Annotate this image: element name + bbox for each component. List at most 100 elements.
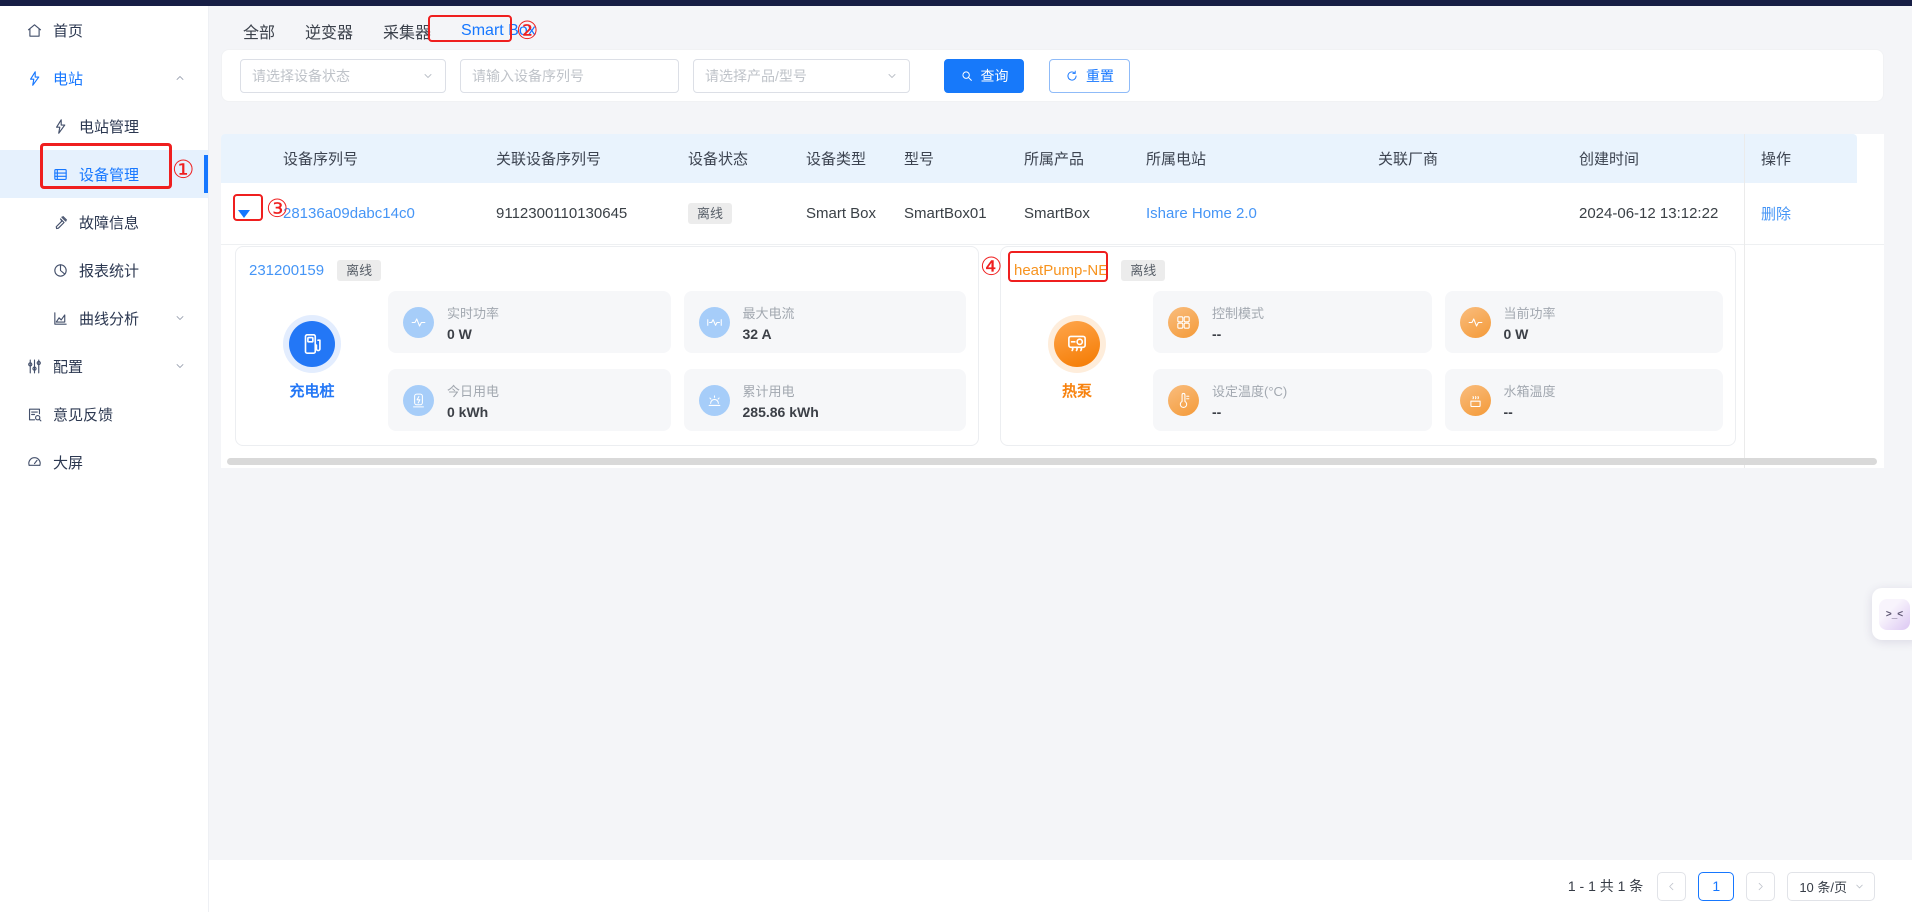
main-content: 全部 逆变器 采集器 Smart Box 请选择设备状态 请选择产品/型号 查询… xyxy=(209,6,1912,912)
search-button-label: 查询 xyxy=(981,66,1009,86)
next-page-button[interactable] xyxy=(1746,872,1775,901)
pagination: 1 - 1 共 1 条 1 10 条/页 xyxy=(1568,860,1875,912)
heatpump-name[interactable]: heatPump-NE xyxy=(1014,262,1108,279)
feedback-doc-icon xyxy=(26,406,43,423)
charger-serial-link[interactable]: 231200159 xyxy=(249,262,324,279)
col-model: 型号 xyxy=(904,148,1024,169)
sidebar-item-label: 首页 xyxy=(53,20,83,41)
sidebar-item-report-stats[interactable]: 报表统计 xyxy=(0,246,208,294)
power-wave-icon xyxy=(403,307,434,338)
sidebar-item-station[interactable]: 电站 xyxy=(0,54,208,102)
chevron-down-icon xyxy=(422,70,434,82)
tab-collector[interactable]: 采集器 xyxy=(380,17,434,45)
power-wave-icon xyxy=(1460,307,1491,338)
sidebar-item-feedback[interactable]: 意见反馈 xyxy=(0,390,208,438)
chevron-left-icon xyxy=(1666,881,1677,892)
emoticon-face: >_< xyxy=(1879,599,1910,630)
sidebar-item-label: 大屏 xyxy=(53,452,83,473)
feedback-float-widget[interactable]: >_< xyxy=(1872,588,1912,640)
col-station: 所属电站 xyxy=(1146,148,1378,169)
sidebar-item-label: 报表统计 xyxy=(79,260,139,281)
delete-button[interactable]: 删除 xyxy=(1761,203,1791,224)
sidebar-item-label: 故障信息 xyxy=(79,212,139,233)
thermometer-icon xyxy=(1168,385,1199,416)
sidebar-item-label: 曲线分析 xyxy=(79,308,139,329)
device-list-icon xyxy=(52,166,69,183)
fixed-action-column: 操作 删除 xyxy=(1744,134,1884,468)
col-serial: 设备序列号 xyxy=(283,148,496,169)
sidebar-item-home[interactable]: 首页 xyxy=(0,6,208,54)
page-size-select[interactable]: 10 条/页 xyxy=(1787,872,1875,901)
device-type-tabs: 全部 逆变器 采集器 Smart Box xyxy=(240,14,539,48)
product-model-select[interactable]: 请选择产品/型号 xyxy=(693,59,910,93)
current-meter-icon xyxy=(699,307,730,338)
row-expand-button[interactable] xyxy=(238,206,258,222)
lamp-icon xyxy=(699,385,730,416)
wrench-icon xyxy=(52,214,69,231)
tab-inverter[interactable]: 逆变器 xyxy=(302,17,356,45)
filter-bar: 请选择设备状态 请选择产品/型号 查询 重置 xyxy=(221,49,1884,102)
sidebar-item-label: 电站 xyxy=(53,68,83,89)
product-model-placeholder: 请选择产品/型号 xyxy=(705,66,807,86)
sidebar-item-fault-info[interactable]: 故障信息 xyxy=(0,198,208,246)
table-row: 28136a09dabc14c0 9112300110130645 离线 Sma… xyxy=(221,183,1744,245)
heatpump-status-badge: 离线 xyxy=(1121,260,1165,281)
caret-down-icon xyxy=(238,210,250,218)
sidebar-item-curve-analysis[interactable]: 曲线分析 xyxy=(0,294,208,342)
charger-type-label: 充电桩 xyxy=(289,380,334,401)
tab-smart-box[interactable]: Smart Box xyxy=(458,20,539,42)
stat-current-power: 当前功率 0 W xyxy=(1445,291,1724,353)
status-badge: 离线 xyxy=(688,203,732,224)
stat-max-current: 最大电流 32 A xyxy=(684,291,967,353)
area-chart-icon xyxy=(52,310,69,327)
chevron-right-icon xyxy=(1755,881,1766,892)
station-link[interactable]: Ishare Home 2.0 xyxy=(1146,205,1257,222)
col-linked-serial: 关联设备序列号 xyxy=(496,148,688,169)
sidebar-item-label: 电站管理 xyxy=(79,116,139,137)
charger-card: 231200159 离线 充电桩 实时功率 0 W xyxy=(235,246,979,446)
col-created-at: 创建时间 xyxy=(1579,148,1744,169)
charger-icon xyxy=(289,321,335,367)
prev-page-button[interactable] xyxy=(1657,872,1686,901)
sidebar-item-big-screen[interactable]: 大屏 xyxy=(0,438,208,486)
col-product: 所属产品 xyxy=(1024,148,1146,169)
chevron-down-icon xyxy=(174,312,186,324)
sidebar-item-label: 设备管理 xyxy=(79,164,139,185)
device-status-placeholder: 请选择设备状态 xyxy=(252,66,350,86)
device-serial-link[interactable]: 28136a09dabc14c0 xyxy=(283,205,415,222)
chevron-down-icon xyxy=(174,360,186,372)
sidebar-item-device-manage[interactable]: 设备管理 xyxy=(0,150,208,198)
device-status-select[interactable]: 请选择设备状态 xyxy=(240,59,446,93)
mode-grid-icon xyxy=(1168,307,1199,338)
table-header-row: 设备序列号 关联设备序列号 设备状态 设备类型 型号 所属产品 所属电站 关联厂… xyxy=(221,134,1744,183)
sidebar-item-config[interactable]: 配置 xyxy=(0,342,208,390)
search-icon xyxy=(960,69,974,83)
search-button[interactable]: 查询 xyxy=(944,59,1024,93)
stat-realtime-power: 实时功率 0 W xyxy=(388,291,671,353)
linked-serial-value: 9112300110130645 xyxy=(496,205,688,222)
energy-bolt-icon xyxy=(403,385,434,416)
sidebar-item-label: 配置 xyxy=(53,356,83,377)
serial-search-input[interactable] xyxy=(460,59,679,93)
home-icon xyxy=(26,22,43,39)
footer: 1 - 1 共 1 条 1 10 条/页 xyxy=(209,860,1912,912)
col-action: 操作 xyxy=(1745,148,1791,169)
horizontal-scrollbar[interactable] xyxy=(227,458,1877,465)
tab-all[interactable]: 全部 xyxy=(240,17,278,45)
reset-button-label: 重置 xyxy=(1086,66,1114,86)
sliders-icon xyxy=(26,358,43,375)
chevron-down-icon xyxy=(886,70,898,82)
page-size-value: 10 条/页 xyxy=(1799,877,1847,896)
water-tank-icon xyxy=(1460,385,1491,416)
chevron-up-icon xyxy=(174,72,186,84)
reset-button[interactable]: 重置 xyxy=(1049,59,1130,93)
pagination-total: 1 - 1 共 1 条 xyxy=(1568,876,1643,896)
stat-total-energy: 累计用电 285.86 kWh xyxy=(684,369,967,431)
charger-status-badge: 离线 xyxy=(337,260,381,281)
stat-tank-temperature: 水箱温度 -- xyxy=(1445,369,1724,431)
page-number-button[interactable]: 1 xyxy=(1698,872,1734,901)
product-value: SmartBox xyxy=(1024,205,1146,222)
sidebar-item-station-manage[interactable]: 电站管理 xyxy=(0,102,208,150)
col-vendor: 关联厂商 xyxy=(1378,148,1579,169)
device-table: 设备序列号 关联设备序列号 设备状态 设备类型 型号 所属产品 所属电站 关联厂… xyxy=(221,134,1884,468)
